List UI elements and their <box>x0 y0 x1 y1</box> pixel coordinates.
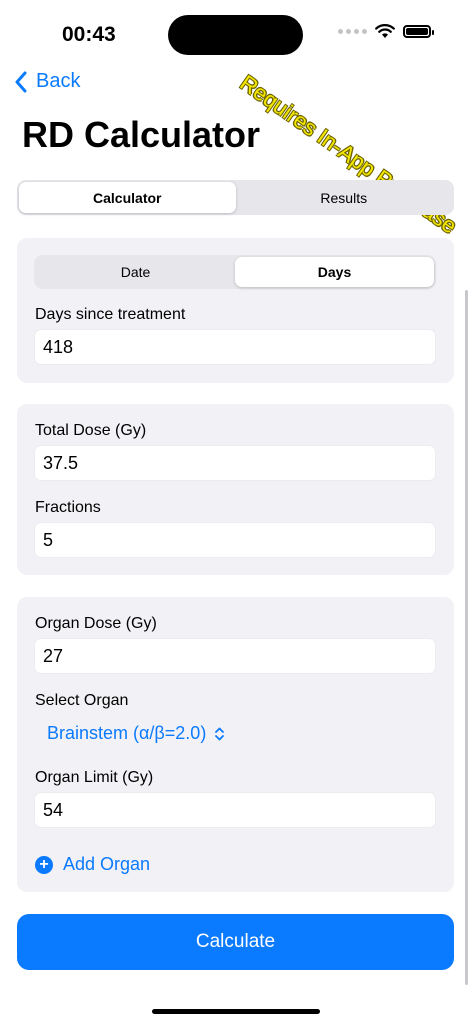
fractions-input[interactable]: 5 <box>34 522 436 558</box>
chevron-up-down-icon <box>215 727 225 740</box>
organ-limit-input[interactable]: 54 <box>34 792 436 828</box>
plus-circle-icon: + <box>35 855 53 874</box>
tab-days[interactable]: Days <box>235 257 434 287</box>
add-organ-button[interactable]: + Add Organ <box>35 854 150 875</box>
calculate-button[interactable]: Calculate <box>17 914 454 970</box>
organ-card: Organ Dose (Gy) 27 Select Organ Brainste… <box>17 597 454 892</box>
organ-limit-label: Organ Limit (Gy) <box>35 769 154 786</box>
chevron-left-icon <box>15 71 27 92</box>
fractions-label: Fractions <box>35 499 101 516</box>
days-since-treatment-input[interactable]: 418 <box>34 329 436 365</box>
home-indicator <box>152 1009 320 1014</box>
battery-icon <box>403 25 434 38</box>
tab-calculator[interactable]: Calculator <box>19 182 236 213</box>
wifi-icon <box>375 24 395 38</box>
back-button[interactable]: Back <box>14 70 80 93</box>
status-time: 00:43 <box>62 23 116 46</box>
page-title: RD Calculator <box>22 114 261 155</box>
days-since-treatment-label: Days since treatment <box>35 306 186 323</box>
select-organ-label: Select Organ <box>35 692 129 709</box>
dose-card: Total Dose (Gy) 37.5 Fractions 5 <box>17 404 454 575</box>
scrollbar[interactable] <box>465 290 468 985</box>
total-dose-label: Total Dose (Gy) <box>35 422 147 439</box>
organ-dose-input[interactable]: 27 <box>34 638 436 674</box>
dynamic-island <box>168 15 303 55</box>
status-bar: 00:43 <box>0 0 471 70</box>
cellular-signal-icon <box>338 29 367 34</box>
total-dose-input[interactable]: 37.5 <box>34 445 436 481</box>
organ-picker[interactable]: Brainstem (α/β=2.0) <box>47 723 225 744</box>
treatment-card: Date Days Days since treatment 418 <box>17 238 454 383</box>
back-label: Back <box>36 70 81 92</box>
date-days-segmented-control: Date Days <box>34 255 436 289</box>
status-icons <box>338 24 434 39</box>
selected-organ: Brainstem (α/β=2.0) <box>47 723 207 743</box>
tab-date[interactable]: Date <box>36 257 235 287</box>
add-organ-label: Add Organ <box>63 854 151 874</box>
main-segmented-control: Calculator Results <box>17 180 454 215</box>
tab-results[interactable]: Results <box>236 182 453 213</box>
organ-dose-label: Organ Dose (Gy) <box>35 615 157 632</box>
